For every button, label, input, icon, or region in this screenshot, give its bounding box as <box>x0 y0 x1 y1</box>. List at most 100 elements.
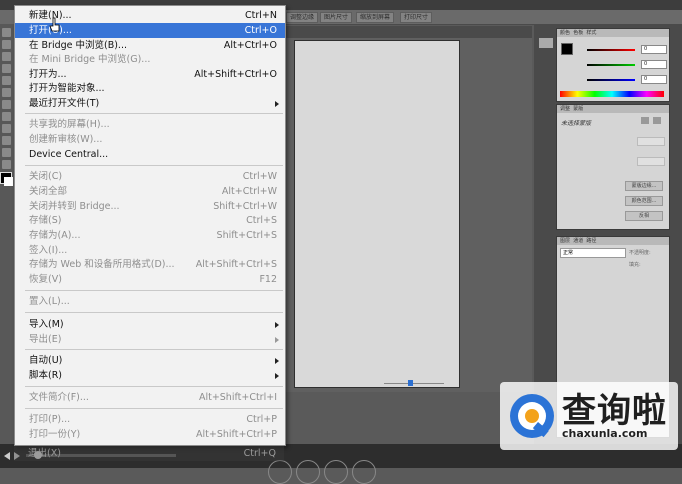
menu-item-label: 导入(M) <box>29 319 64 330</box>
gradient-tool-icon[interactable] <box>2 136 11 145</box>
menu-item-save-as[interactable]: 存储为(A)... Shift+Ctrl+S <box>15 228 285 243</box>
file-menu: 新建(N)... Ctrl+N 打开(O)... Ctrl+O 在 Bridge 中… <box>14 5 286 446</box>
menu-item-exit[interactable]: 退出(X) Ctrl+Q <box>14 446 284 461</box>
menu-item-file-info[interactable]: 文件简介(F)... Alt+Shift+Ctrl+I <box>15 390 285 405</box>
panel-collapse-icon[interactable] <box>539 38 553 48</box>
background-color-swatch[interactable] <box>4 177 13 186</box>
fill-label: 填充: <box>629 262 641 268</box>
menu-item-place[interactable]: 置入(L)... <box>15 294 285 309</box>
dodge-tool-icon[interactable] <box>2 148 11 157</box>
menu-item-device-central[interactable]: Device Central... <box>15 147 285 162</box>
tab-swatches[interactable]: 色板 <box>573 30 583 36</box>
menu-item-label: 自动(U) <box>29 355 63 366</box>
menu-item-save-for-web[interactable]: 存储为 Web 和设备所用格式(D)... Alt+Shift+Ctrl+S <box>15 257 285 272</box>
vector-mask-icon[interactable] <box>653 117 661 124</box>
color-fg-swatch[interactable] <box>561 43 573 55</box>
zoom-slider[interactable] <box>380 380 450 388</box>
prev-icon[interactable] <box>4 452 10 460</box>
red-slider[interactable] <box>587 49 635 51</box>
masks-panel-tabs: 调整 蒙版 <box>557 105 669 113</box>
marquee-tool-icon[interactable] <box>2 40 11 49</box>
menu-item-browse-mini-bridge[interactable]: 在 Mini Bridge 中浏览(G)... <box>15 52 285 67</box>
pixel-mask-icon[interactable] <box>641 117 649 124</box>
menu-item-close-go-bridge[interactable]: 关闭并转到 Bridge... Shift+Ctrl+W <box>15 199 285 214</box>
round-control-2[interactable] <box>296 460 320 484</box>
document-tab[interactable] <box>286 26 532 38</box>
tab-styles[interactable]: 样式 <box>586 30 596 36</box>
zoom-slider-thumb[interactable] <box>408 380 413 386</box>
menu-item-create-review[interactable]: 创建新审核(W)... <box>15 132 285 147</box>
menu-item-shortcut: Ctrl+N <box>245 10 277 21</box>
brush-tool-icon[interactable] <box>2 100 11 109</box>
menu-item-shortcut: F12 <box>259 274 277 285</box>
opacity-label: 不透明度: <box>629 250 651 256</box>
green-value[interactable]: 0 <box>641 60 667 69</box>
menu-item-close[interactable]: 关闭(C) Ctrl+W <box>15 169 285 184</box>
round-control-1[interactable] <box>268 460 292 484</box>
blend-mode-select[interactable]: 正常 <box>560 248 626 258</box>
mask-edge-button[interactable]: 蒙版边缘... <box>625 181 663 191</box>
canvas[interactable] <box>294 40 460 388</box>
color-range-button[interactable]: 颜色范围... <box>625 196 663 206</box>
red-value[interactable]: 0 <box>641 45 667 54</box>
menu-item-check-in[interactable]: 签入(I)... <box>15 243 285 258</box>
menu-item-share-screen[interactable]: 共享我的屏幕(H)... <box>15 117 285 132</box>
menu-item-open-smart-object[interactable]: 打开为智能对象... <box>15 81 285 96</box>
watermark-text: 查询啦 <box>562 391 667 431</box>
tab-channels[interactable]: 通道 <box>573 238 583 244</box>
menu-item-open-as[interactable]: 打开为... Alt+Shift+Ctrl+O <box>15 67 285 82</box>
pen-tool-icon[interactable] <box>2 160 11 169</box>
menu-item-export[interactable]: 导出(E) <box>15 332 285 347</box>
tab-layers[interactable]: 图层 <box>560 238 570 244</box>
blue-value[interactable]: 0 <box>641 75 667 84</box>
menu-item-scripts[interactable]: 脚本(R) <box>15 368 285 383</box>
tab-paths[interactable]: 路径 <box>586 238 596 244</box>
crop-tool-icon[interactable] <box>2 76 11 85</box>
menu-item-print-one-copy[interactable]: 打印一份(Y) Alt+Shift+Ctrl+P <box>15 427 285 442</box>
tab-adjustments[interactable]: 调整 <box>560 106 570 112</box>
menu-item-label: 签入(I)... <box>29 245 68 256</box>
menu-item-label: 在 Bridge 中浏览(B)... <box>29 40 127 51</box>
menu-item-automate[interactable]: 自动(U) <box>15 353 285 368</box>
feather-field[interactable] <box>637 157 665 166</box>
menu-item-print[interactable]: 打印(P)... Ctrl+P <box>15 412 285 427</box>
move-tool-icon[interactable] <box>2 28 11 37</box>
menu-item-close-all[interactable]: 关闭全部 Alt+Ctrl+W <box>15 184 285 199</box>
menu-separator <box>25 165 283 166</box>
tab-color[interactable]: 颜色 <box>560 30 570 36</box>
stamp-tool-icon[interactable] <box>2 112 11 121</box>
round-control-3[interactable] <box>324 460 348 484</box>
image-size-button[interactable]: 图片尺寸 <box>320 12 353 23</box>
invert-button[interactable]: 反相 <box>625 211 663 221</box>
menu-item-save[interactable]: 存储(S) Ctrl+S <box>15 213 285 228</box>
density-field[interactable] <box>637 137 665 146</box>
menu-item-label: 打开为智能对象... <box>29 83 105 94</box>
menu-item-import[interactable]: 导入(M) <box>15 317 285 332</box>
menu-item-revert[interactable]: 恢复(V) F12 <box>15 272 285 287</box>
eyedropper-tool-icon[interactable] <box>2 88 11 97</box>
menu-separator <box>25 349 283 350</box>
round-control-4[interactable] <box>352 460 376 484</box>
blue-slider[interactable] <box>587 79 635 81</box>
green-slider[interactable] <box>587 64 635 66</box>
menu-item-browse-bridge[interactable]: 在 Bridge 中浏览(B)... Alt+Ctrl+O <box>15 38 285 53</box>
menu-item-label: 存储为(A)... <box>29 230 81 241</box>
menu-item-shortcut: Alt+Shift+Ctrl+P <box>196 429 277 440</box>
eraser-tool-icon[interactable] <box>2 124 11 133</box>
menu-item-shortcut: Shift+Ctrl+W <box>213 201 277 212</box>
submenu-arrow-icon <box>275 358 279 364</box>
tab-masks[interactable]: 蒙版 <box>573 106 583 112</box>
menu-item-shortcut: Ctrl+O <box>244 25 277 36</box>
refine-edge-button[interactable]: 调整边缘 <box>286 12 319 23</box>
menu-item-label: 置入(L)... <box>29 296 70 307</box>
menu-item-label: 导出(E) <box>29 334 62 345</box>
fit-screen-button[interactable]: 缩放到屏幕 <box>356 12 395 23</box>
menu-item-recent-files[interactable]: 最近打开文件(T) <box>15 96 285 111</box>
menu-item-label: 关闭(C) <box>29 171 63 182</box>
wand-tool-icon[interactable] <box>2 64 11 73</box>
menu-item-label: 共享我的屏幕(H)... <box>29 119 110 130</box>
lasso-tool-icon[interactable] <box>2 52 11 61</box>
submenu-arrow-icon <box>275 101 279 107</box>
color-spectrum[interactable] <box>560 91 664 97</box>
print-size-button[interactable]: 打印尺寸 <box>400 12 433 23</box>
